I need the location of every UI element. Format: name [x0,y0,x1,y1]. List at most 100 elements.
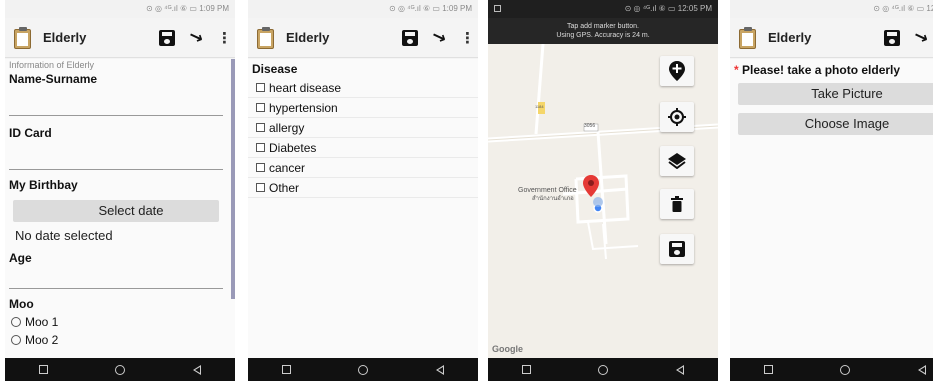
map-view[interactable]: Government Office สำนักงานอำเภอ 3056 118… [488,44,718,358]
screen-photo: ⊙ ◎ ⁴ᴳ.ıl ⑥ ▭ 12:04 P Elderly ↘ ⋮ * Plea… [730,0,933,381]
save-icon[interactable] [883,29,900,46]
recent-apps-icon[interactable] [281,365,291,374]
road-label: 1184 [535,104,544,109]
checkbox-icon[interactable] [256,83,265,92]
disease-option[interactable]: Diabetes [248,138,478,158]
home-icon[interactable] [115,364,126,375]
add-marker-button[interactable] [660,56,694,86]
nav-bar [248,358,478,381]
id-card-input[interactable] [9,142,223,170]
section-label: Information of Elderly [9,60,95,70]
status-bar: ⊙ ◎ ⁴ᴳ.ıl ⑥ ▭ 12:05 PM [488,0,718,18]
delete-button[interactable] [660,189,694,219]
no-date-text: No date selected [15,228,113,243]
app-bar: Elderly ↘ ⋮ [5,18,235,58]
clipboard-icon [738,26,758,50]
location-arrow-icon[interactable]: ↘ [429,26,449,49]
select-date-button[interactable]: Select date [13,200,219,222]
back-icon[interactable] [436,364,445,375]
moo-label: Moo [9,297,34,311]
checkbox-icon[interactable] [256,163,265,172]
form-content: Information of Elderly Name-Surname ID C… [5,59,235,358]
moo-option-label: Moo 1 [25,315,59,329]
back-icon[interactable] [676,364,685,375]
screen-disease: ⊙ ◎ ⁴ᴳ.ıl ⑥ ▭ 1:09 PM Elderly ↘ ⋮ Diseas… [248,0,478,381]
screen-map: ⊙ ◎ ⁴ᴳ.ıl ⑥ ▭ 12:05 PM Tap add marker bu… [488,0,718,381]
place-label: Government Office สำนักงานอำเภอ [518,187,577,203]
checkbox-icon[interactable] [256,123,265,132]
disease-option[interactable]: Other [248,178,478,198]
status-text: ⊙ ◎ ⁴ᴳ.ıl ⑥ ▭ 12:05 PM [624,4,712,13]
disease-option[interactable]: cancer [248,158,478,178]
save-icon [669,241,685,257]
checkbox-icon[interactable] [256,103,265,112]
place-name: Government Office [518,187,577,194]
app-bar: Elderly ↘ ⋮ [248,18,478,58]
moo-option[interactable]: Moo 2 [5,331,235,349]
nav-bar [488,358,718,381]
radio-icon[interactable] [11,317,21,327]
moo-option[interactable]: Moo 1 [5,313,235,331]
home-icon[interactable] [598,364,609,375]
disease-option-label: Other [269,180,300,195]
home-icon[interactable] [358,364,369,375]
age-label: Age [9,251,32,265]
choose-image-button[interactable]: Choose Image [738,113,933,135]
app-title: Elderly [768,30,812,45]
radio-icon[interactable] [11,335,21,345]
clipboard-icon [256,26,276,50]
form-content: Disease heart disease hypertension aller… [248,59,478,358]
trash-icon [671,196,683,212]
home-icon[interactable] [840,364,851,375]
save-location-button[interactable] [660,234,694,264]
place-sub: สำนักงานอำเภอ [532,196,574,202]
more-options-icon[interactable]: ⋮ [460,29,475,47]
id-card-label: ID Card [9,126,52,140]
disease-option[interactable]: hypertension [248,98,478,118]
disease-option-label: heart disease [269,80,342,95]
birthday-label: My Birthbay [9,178,78,192]
recent-apps-icon[interactable] [521,365,531,374]
age-input[interactable] [9,267,223,289]
app-title: Elderly [286,30,330,45]
gps-banner: Tap add marker button. Using GPS. Accura… [488,18,718,44]
photo-prompt-text: Please! take a photo elderly [738,63,901,77]
location-arrow-icon[interactable]: ↘ [186,26,206,49]
scrollbar[interactable] [231,59,235,299]
map-marker-icon[interactable] [583,175,599,197]
location-arrow-icon[interactable]: ↘ [911,26,931,49]
back-icon[interactable] [193,364,202,375]
checkbox-icon[interactable] [256,183,265,192]
my-location-button[interactable] [660,102,694,132]
status-bar: ⊙ ◎ ⁴ᴳ.ıl ⑥ ▭ 1:09 PM [248,0,478,18]
disease-option-label: hypertension [269,100,338,115]
save-icon[interactable] [158,29,175,46]
layers-icon [668,153,686,169]
screen-elderly-info: ⊙ ◎ ⁴ᴳ.ıl ⑥ ▭ 1:09 PM Elderly ↘ ⋮ Inform… [5,0,235,381]
disease-option-label: Diabetes [269,140,317,155]
disease-option-label: cancer [269,160,306,175]
take-picture-button[interactable]: Take Picture [738,83,933,105]
back-icon[interactable] [918,364,927,375]
save-icon[interactable] [401,29,418,46]
notification-icon [494,5,501,12]
disease-option[interactable]: heart disease [248,78,478,98]
google-text: Google [492,344,523,354]
nav-bar [730,358,933,381]
name-surname-input[interactable] [9,88,223,116]
add-marker-icon [669,61,685,81]
disease-option[interactable]: allergy [248,118,478,138]
recent-apps-icon[interactable] [38,365,48,374]
disease-label: Disease [252,62,298,76]
form-content: * Please! take a photo elderly Take Pict… [730,59,933,358]
more-options-icon[interactable]: ⋮ [217,29,232,47]
layers-button[interactable] [660,146,694,176]
nav-bar [5,358,235,381]
app-title: Elderly [43,30,87,45]
recent-apps-icon[interactable] [763,365,773,374]
status-bar: ⊙ ◎ ⁴ᴳ.ıl ⑥ ▭ 12:04 P [730,0,933,18]
photo-prompt: * Please! take a photo elderly [730,59,933,79]
checkbox-icon[interactable] [256,143,265,152]
status-bar: ⊙ ◎ ⁴ᴳ.ıl ⑥ ▭ 1:09 PM [5,0,235,18]
status-text: ⊙ ◎ ⁴ᴳ.ıl ⑥ ▭ 12:04 P [873,4,933,13]
